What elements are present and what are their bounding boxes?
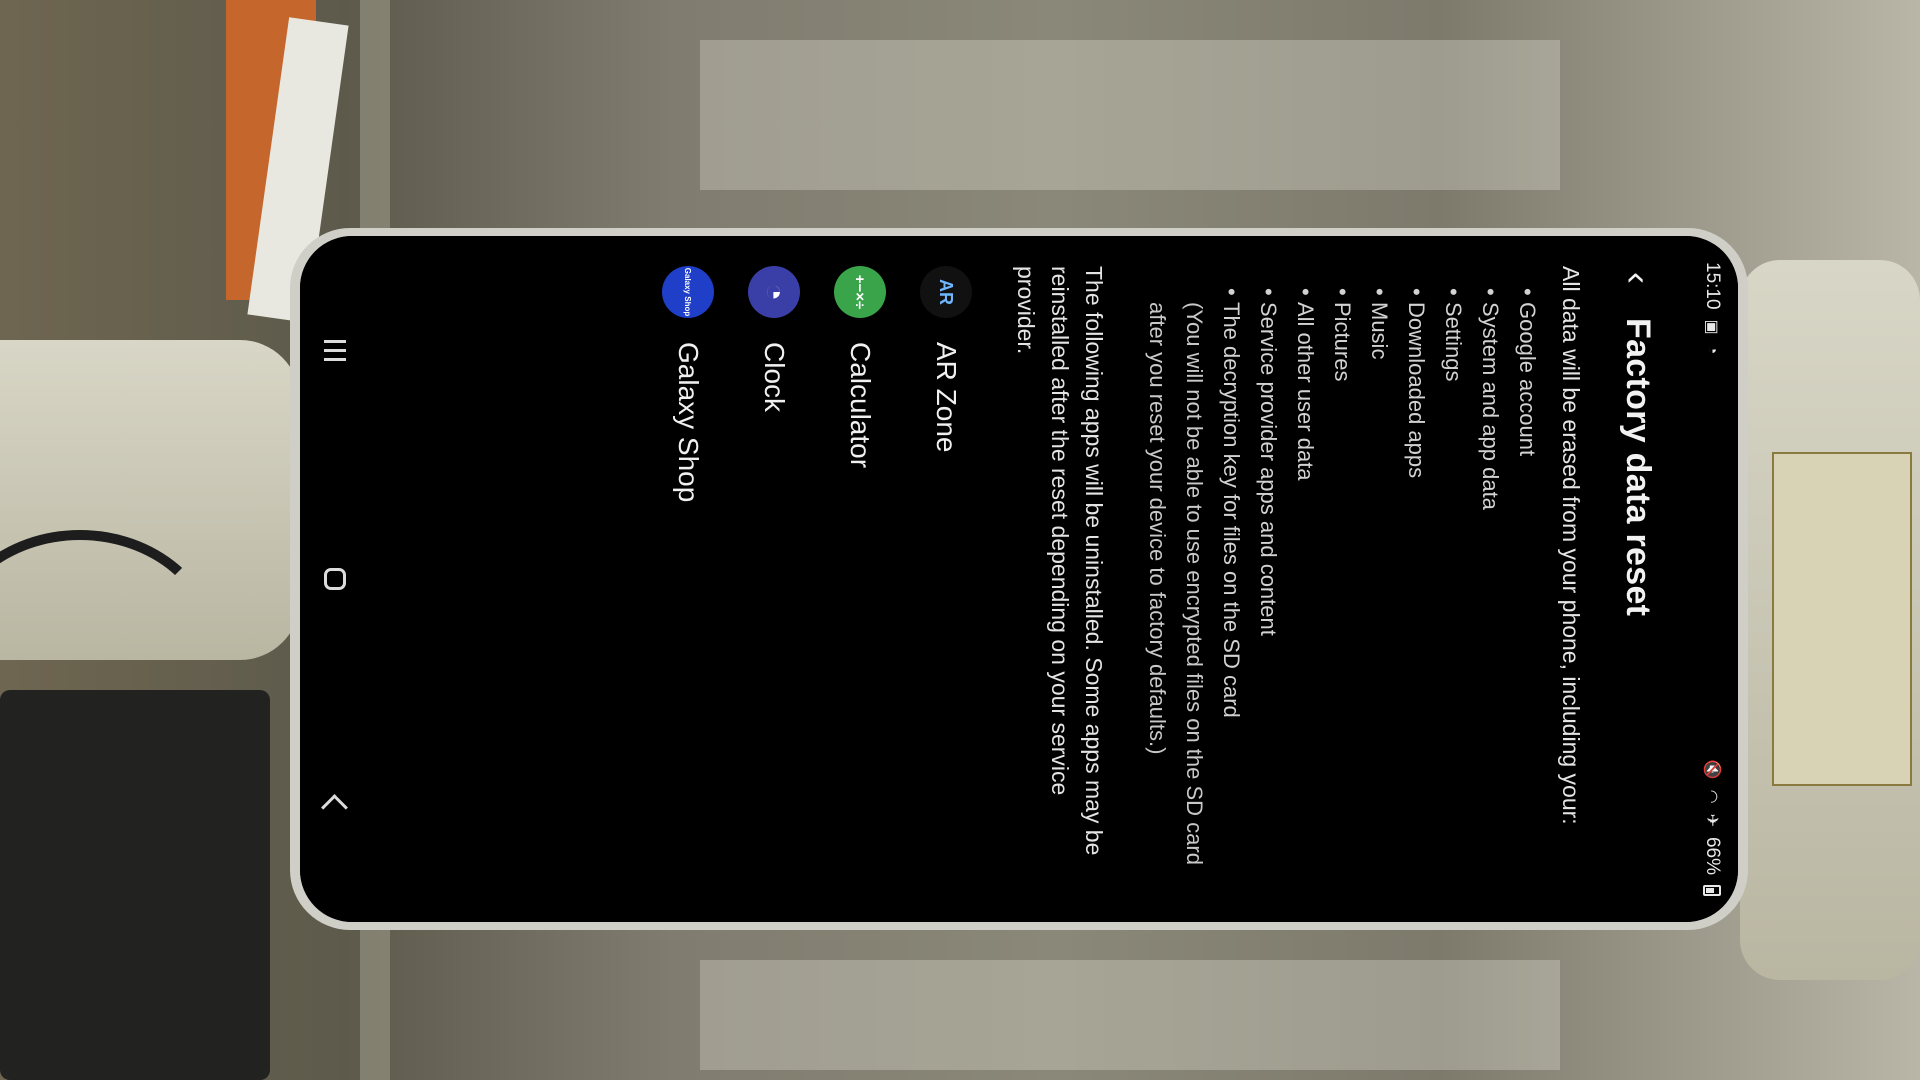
app-row-clock[interactable]: ◔ Clock: [731, 266, 817, 886]
home-button[interactable]: [305, 539, 365, 619]
mute-icon: 🔇: [1703, 759, 1720, 780]
status-bar: 15:10 ▣ ◔ 🔇 ◠ ✈ 66%: [1686, 236, 1738, 922]
back-button[interactable]: ‹: [1612, 252, 1664, 304]
uninstall-app-list: AR AR Zone +−×÷ Calculator ◔ Clock Galax…: [645, 266, 989, 886]
status-left: 15:10 ▣ ◔: [1701, 262, 1723, 354]
background-warning-label: [1772, 452, 1912, 786]
list-item: The decryption key for files on the SD c…: [1213, 288, 1250, 886]
calculator-icon: +−×÷: [834, 266, 886, 318]
app-name: Galaxy Shop: [673, 342, 704, 503]
recents-button[interactable]: [305, 310, 365, 390]
status-right: 🔇 ◠ ✈ 66%: [1701, 760, 1723, 896]
airplane-icon: ✈: [1703, 813, 1720, 827]
app-name: AR Zone: [931, 342, 962, 453]
app-row-galaxy-shop[interactable]: Galaxy Shop Galaxy Shop: [645, 266, 731, 886]
list-item: Settings: [1435, 288, 1472, 886]
navigation-bar: [300, 236, 370, 922]
phone-screen: 15:10 ▣ ◔ 🔇 ◠ ✈ 66% ‹ Factory data reset…: [300, 236, 1738, 922]
home-icon: [324, 567, 346, 590]
app-name: Clock: [759, 342, 790, 413]
list-item: Pictures: [1324, 288, 1361, 886]
app-row-ar-zone[interactable]: AR AR Zone: [903, 266, 989, 886]
reset-info: All data will be erased from your phone,…: [645, 266, 1588, 886]
gallery-notification-icon: ▣: [1703, 319, 1720, 335]
app-name: Calculator: [845, 342, 876, 469]
battery-icon: [1703, 885, 1721, 896]
list-item: All other user data: [1287, 288, 1324, 886]
list-item: Music: [1361, 288, 1398, 886]
clock-icon: ◔: [748, 266, 800, 318]
list-item: Service provider apps and content: [1250, 288, 1287, 886]
nav-back-button[interactable]: [305, 768, 365, 848]
galaxy-shop-icon: Galaxy Shop: [662, 266, 714, 318]
wifi-icon: ◠: [1703, 789, 1720, 804]
encryption-note: (You will not be able to use encrypted f…: [1145, 302, 1207, 865]
apps-intro-text: The following apps will be uninstalled. …: [1013, 266, 1107, 856]
status-time: 15:10: [1702, 262, 1723, 310]
list-item: Downloaded apps: [1398, 288, 1435, 886]
ar-zone-icon: AR: [920, 266, 972, 318]
list-item: System and app data: [1472, 288, 1509, 886]
background-shelf-bottom: [700, 960, 1560, 1070]
list-item: Google account: [1509, 288, 1546, 886]
recents-icon: [324, 339, 346, 361]
erased-data-list: Google account System and app data Setti…: [1139, 266, 1546, 886]
back-arrow-icon: [321, 794, 349, 822]
sync-notification-icon: ◔: [1704, 344, 1721, 355]
background-shelf: [700, 40, 1560, 190]
page-title: Factory data reset: [1619, 318, 1658, 617]
screen-content: 15:10 ▣ ◔ 🔇 ◠ ✈ 66% ‹ Factory data reset…: [300, 236, 1738, 922]
chevron-left-icon: ‹: [1618, 272, 1659, 284]
app-row-calculator[interactable]: +−×÷ Calculator: [817, 266, 903, 886]
intro-text: All data will be erased from your phone,…: [1558, 266, 1584, 825]
header: ‹ Factory data reset: [1606, 236, 1670, 922]
battery-percent: 66%: [1702, 836, 1723, 875]
